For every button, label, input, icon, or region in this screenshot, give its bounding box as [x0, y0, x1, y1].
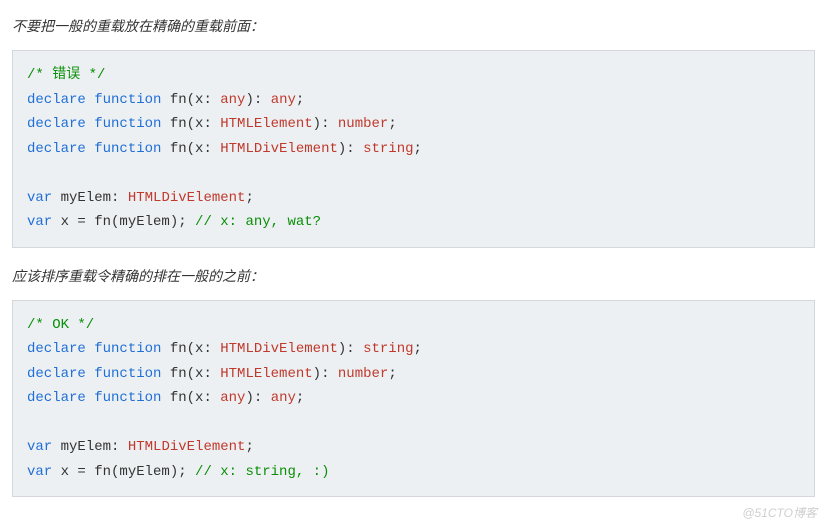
param-type: HTMLElement	[220, 116, 312, 132]
kw-declare: declare	[27, 366, 86, 382]
ret-type: string	[363, 341, 413, 357]
semi: ;	[296, 390, 304, 406]
param-type: HTMLDivElement	[220, 341, 338, 357]
kw-declare: declare	[27, 390, 86, 406]
fn-sig: fn(x:	[161, 92, 220, 108]
fn-sig: ):	[245, 390, 270, 406]
fn-sig: ):	[313, 366, 338, 382]
fn-sig: ):	[313, 116, 338, 132]
var-assign: x = fn(myElem);	[52, 214, 195, 230]
code-comment: /* 错误 */	[27, 67, 105, 83]
fn-sig: ):	[338, 141, 363, 157]
ret-type: number	[338, 366, 388, 382]
kw-function: function	[94, 390, 161, 406]
kw-declare: declare	[27, 141, 86, 157]
var-type: HTMLDivElement	[128, 439, 246, 455]
var-assign: x = fn(myElem);	[52, 464, 195, 480]
var-type: HTMLDivElement	[128, 190, 246, 206]
semi: ;	[245, 439, 253, 455]
param-type: any	[220, 92, 245, 108]
var-decl: myElem:	[52, 190, 128, 206]
semi: ;	[388, 366, 396, 382]
param-type: HTMLElement	[220, 366, 312, 382]
fn-sig: fn(x:	[161, 341, 220, 357]
param-type: HTMLDivElement	[220, 141, 338, 157]
code-comment: // x: string, :)	[195, 464, 329, 480]
kw-function: function	[94, 116, 161, 132]
kw-function: function	[94, 141, 161, 157]
semi: ;	[414, 341, 422, 357]
kw-var: var	[27, 464, 52, 480]
code-block-correct: /* OK */ declare function fn(x: HTMLDivE…	[12, 300, 815, 498]
fn-sig: fn(x:	[161, 116, 220, 132]
param-type: any	[220, 390, 245, 406]
fn-sig: fn(x:	[161, 141, 220, 157]
ret-type: number	[338, 116, 388, 132]
instruction-text-1: 不要把一般的重载放在精确的重载前面：	[12, 16, 815, 36]
fn-sig: fn(x:	[161, 390, 220, 406]
code-block-wrong: /* 错误 */ declare function fn(x: any): an…	[12, 50, 815, 248]
semi: ;	[414, 141, 422, 157]
code-comment: /* OK */	[27, 317, 94, 333]
kw-function: function	[94, 92, 161, 108]
ret-type: any	[271, 92, 296, 108]
instruction-text-2: 应该排序重载令精确的排在一般的之前：	[12, 266, 815, 286]
code-comment: // x: any, wat?	[195, 214, 321, 230]
var-decl: myElem:	[52, 439, 128, 455]
kw-var: var	[27, 190, 52, 206]
semi: ;	[296, 92, 304, 108]
kw-function: function	[94, 341, 161, 357]
semi: ;	[388, 116, 396, 132]
ret-type: any	[271, 390, 296, 406]
fn-sig: ):	[245, 92, 270, 108]
kw-var: var	[27, 439, 52, 455]
fn-sig: fn(x:	[161, 366, 220, 382]
fn-sig: ):	[338, 341, 363, 357]
kw-declare: declare	[27, 116, 86, 132]
watermark-text: @51CTO博客	[742, 504, 817, 521]
ret-type: string	[363, 141, 413, 157]
kw-declare: declare	[27, 92, 86, 108]
kw-var: var	[27, 214, 52, 230]
kw-function: function	[94, 366, 161, 382]
kw-declare: declare	[27, 341, 86, 357]
semi: ;	[245, 190, 253, 206]
